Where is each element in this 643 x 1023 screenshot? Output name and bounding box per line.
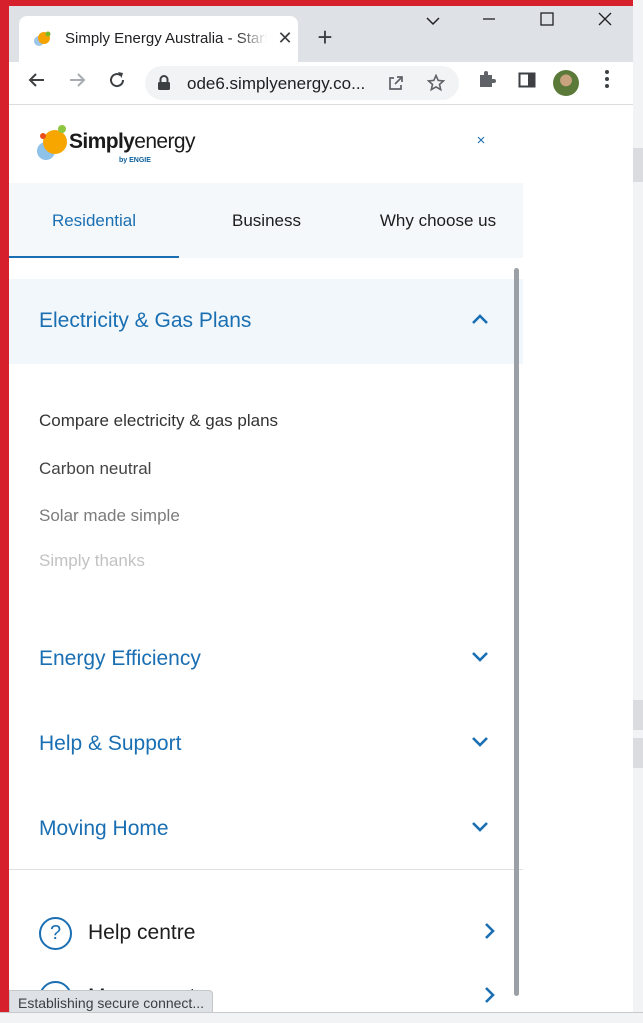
reload-icon[interactable]: [101, 67, 133, 99]
help-circle-icon: ?: [39, 917, 72, 950]
extensions-icon[interactable]: [471, 67, 503, 99]
forward-icon[interactable]: [61, 67, 93, 99]
divider: [9, 869, 523, 870]
browser-tab[interactable]: Simply Energy Australia - Start ✕: [19, 16, 298, 62]
page-backdrop: [523, 105, 633, 1012]
new-tab-button[interactable]: +: [309, 22, 341, 54]
logo-wordmark: Simplyenergy: [69, 130, 195, 153]
link-solar-made-simple[interactable]: Solar made simple: [39, 506, 180, 526]
link-compare-plans[interactable]: Compare electricity & gas plans: [39, 411, 278, 431]
simply-energy-logo[interactable]: Simplyenergy by ENGIE: [35, 123, 205, 167]
share-icon[interactable]: [387, 74, 405, 92]
back-icon[interactable]: [21, 67, 53, 99]
tab-strip: Simply Energy Australia - Start ✕ +: [9, 6, 633, 62]
tab-title: Simply Energy Australia - Start: [65, 30, 267, 47]
logo-tagline: by ENGIE: [119, 157, 151, 164]
browser-toolbar: ode6.simplyenergy.co...: [9, 62, 633, 105]
chevron-right-icon[interactable]: [477, 919, 501, 943]
section-title: Electricity & Gas Plans: [39, 309, 252, 332]
page-content: Simplyenergy by ENGIE × Residential Busi…: [9, 105, 633, 1012]
status-bubble: Establishing secure connect...: [9, 990, 213, 1012]
profile-avatar[interactable]: [553, 70, 579, 96]
tab-why-choose-us[interactable]: Why choose us: [354, 183, 522, 258]
help-centre-label: Help centre: [88, 921, 196, 944]
help-centre-link[interactable]: ? Help centre: [39, 913, 499, 953]
chevron-down-icon[interactable]: [468, 814, 492, 838]
section-title: Help & Support: [39, 732, 182, 755]
favicon-icon: [34, 31, 51, 46]
url-text[interactable]: ode6.simplyenergy.co...: [187, 74, 365, 94]
bookmark-star-icon[interactable]: [427, 74, 445, 92]
menu-scrollbar[interactable]: [514, 268, 519, 996]
link-simply-thanks[interactable]: Simply thanks: [39, 551, 145, 571]
menu-close-icon[interactable]: ×: [471, 131, 491, 151]
section-electricity-gas-plans[interactable]: Electricity & Gas Plans: [9, 279, 523, 364]
maximize-icon[interactable]: [521, 6, 573, 40]
address-bar[interactable]: ode6.simplyenergy.co...: [145, 66, 459, 100]
logo-mark-icon: [37, 125, 67, 160]
link-carbon-neutral[interactable]: Carbon neutral: [39, 459, 151, 479]
mobile-menu-panel: Simplyenergy by ENGIE × Residential Busi…: [9, 105, 523, 1012]
chevron-down-icon[interactable]: [468, 644, 492, 668]
section-title: Energy Efficiency: [39, 647, 201, 670]
menu-kebab-icon[interactable]: [591, 67, 623, 99]
tab-search-icon[interactable]: [407, 6, 459, 40]
section-title: Moving Home: [39, 817, 169, 840]
chevron-up-icon[interactable]: [468, 308, 492, 332]
desktop-background-left: [0, 0, 9, 1022]
desktop-background-bottom: [0, 1012, 643, 1023]
window-close-icon[interactable]: [579, 6, 631, 40]
minimize-icon[interactable]: [463, 6, 515, 40]
browser-window: Simply Energy Australia - Start ✕ + ode6…: [9, 6, 633, 1012]
tab-residential[interactable]: Residential: [9, 183, 179, 258]
tab-close-icon[interactable]: ✕: [273, 26, 297, 50]
chevron-right-icon[interactable]: [477, 983, 501, 1007]
chevron-down-icon[interactable]: [468, 729, 492, 753]
background-window-edge: [633, 0, 643, 1022]
lock-icon[interactable]: [157, 75, 171, 91]
side-panel-icon[interactable]: [511, 67, 543, 99]
nav-tabs: Residential Business Why choose us: [9, 183, 523, 258]
tab-business[interactable]: Business: [179, 183, 354, 258]
